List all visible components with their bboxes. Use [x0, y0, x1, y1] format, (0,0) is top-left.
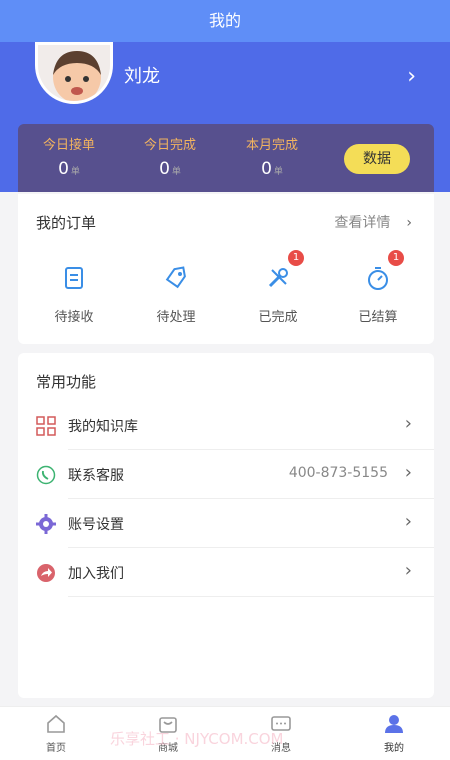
stat-value: 0	[261, 159, 272, 179]
stat-today-accepted: 今日接单 0单	[24, 134, 114, 179]
stat-unit: 单	[171, 167, 181, 177]
row-join-us[interactable]: 加入我们 ›	[18, 548, 434, 597]
row-label: 加入我们	[68, 566, 124, 582]
orders-detail-link[interactable]: 查看详情 ›	[334, 212, 412, 232]
stat-label: 本月完成	[245, 138, 298, 153]
tag-icon	[162, 264, 190, 292]
tab-home[interactable]: 首页	[26, 713, 86, 754]
stat-unit: 单	[70, 167, 80, 177]
chevron-right-icon: ›	[404, 511, 412, 532]
stat-label: 今日接单	[42, 138, 95, 153]
phone-icon	[36, 465, 56, 485]
stat-value: 0	[58, 159, 69, 179]
chevron-right-icon: ›	[404, 413, 412, 434]
document-icon	[60, 264, 88, 292]
stat-value: 0	[159, 159, 170, 179]
tab-mine[interactable]: 我的	[364, 713, 424, 754]
row-label: 账号设置	[68, 517, 124, 533]
order-pending-receive[interactable]: 待接收	[34, 264, 114, 325]
row-contact-service[interactable]: 联系客服 400-873-5155 ›	[18, 450, 434, 499]
data-button[interactable]: 数据	[344, 144, 410, 174]
chevron-right-icon: ›	[406, 215, 412, 231]
row-label: 联系客服	[68, 468, 124, 484]
divider	[68, 596, 434, 597]
home-icon	[45, 713, 67, 735]
orders-card: 我的订单 查看详情 › 待接收 待处理 1 已完成 1 已结算	[18, 194, 434, 344]
detail-label: 查看详情	[334, 215, 391, 231]
user-icon	[383, 713, 405, 735]
chevron-right-icon: ›	[404, 462, 412, 483]
row-label: 我的知识库	[68, 419, 138, 435]
avatar[interactable]	[35, 42, 113, 104]
order-label: 已完成	[258, 310, 298, 325]
share-icon	[36, 563, 56, 583]
user-name: 刘龙	[124, 66, 160, 87]
order-label: 已结算	[358, 310, 398, 325]
gear-icon	[36, 514, 56, 534]
order-completed[interactable]: 1 已完成	[238, 250, 318, 325]
order-label: 待接收	[54, 310, 94, 325]
stat-today-completed: 今日完成 0单	[125, 134, 215, 179]
order-label: 待处理	[156, 310, 196, 325]
watermark-text: 乐享社工 · NJYCOM.COM	[110, 730, 284, 748]
stat-label: 今日完成	[143, 138, 196, 153]
common-functions-card: 常用功能 我的知识库 › 联系客服 400-873-5155 › 账号设置 › …	[18, 353, 434, 698]
common-title: 常用功能	[36, 373, 97, 391]
stat-unit: 单	[273, 167, 283, 177]
chevron-right-icon: ›	[404, 560, 412, 581]
grid-icon	[36, 416, 56, 436]
badge: 1	[288, 250, 304, 266]
tab-label: 我的	[384, 743, 404, 754]
orders-title: 我的订单	[36, 214, 97, 232]
stat-month-completed: 本月完成 0单	[227, 134, 317, 179]
row-account-settings[interactable]: 账号设置 ›	[18, 499, 434, 548]
stats-panel: 今日接单 0单 今日完成 0单 本月完成 0单 数据	[18, 124, 434, 192]
page-title: 我的	[0, 0, 450, 42]
profile-chevron-icon[interactable]: ›	[407, 64, 416, 89]
badge: 1	[388, 250, 404, 266]
order-settled[interactable]: 1 已结算	[338, 250, 418, 325]
tools-icon: 1	[264, 250, 304, 292]
tab-label: 首页	[46, 743, 66, 754]
stopwatch-icon: 1	[364, 250, 404, 292]
row-knowledge-base[interactable]: 我的知识库 ›	[18, 401, 434, 450]
order-pending-process[interactable]: 待处理	[136, 264, 216, 325]
phone-number: 400-873-5155	[288, 465, 388, 481]
